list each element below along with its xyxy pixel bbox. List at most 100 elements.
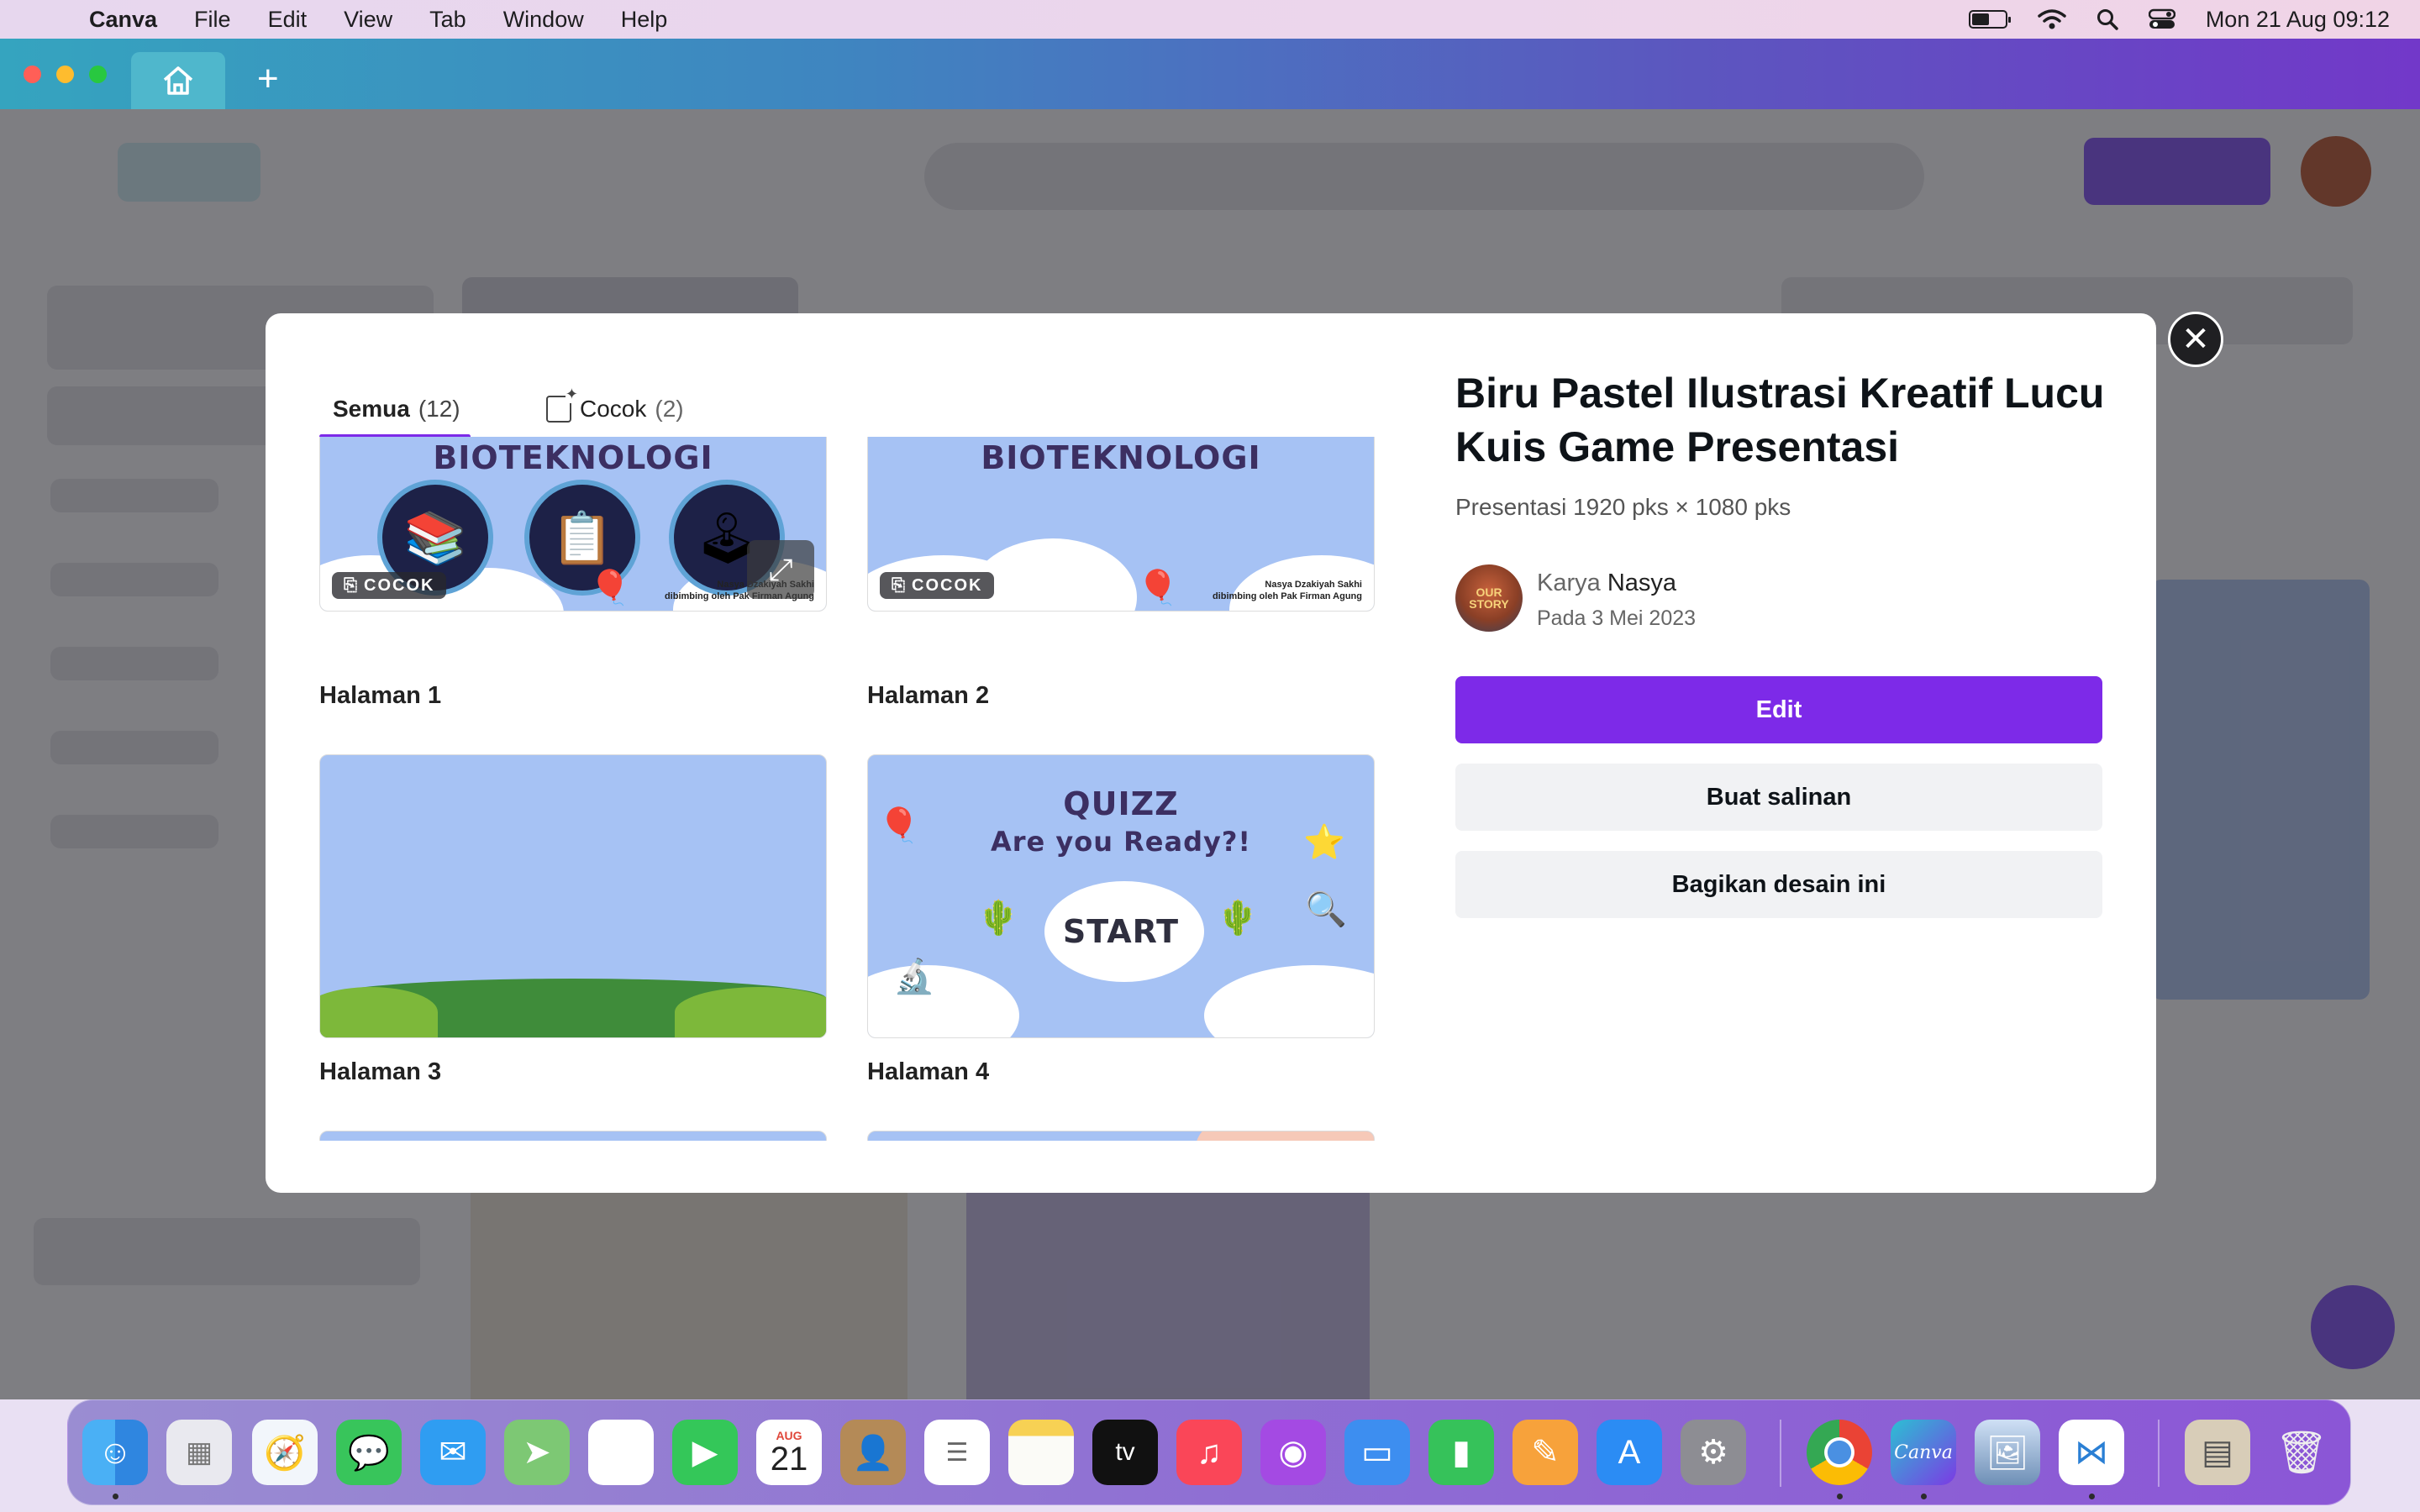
facetime-icon[interactable]: ▶ [672,1420,738,1485]
menu-help[interactable]: Help [621,7,668,33]
downloads-stack-icon[interactable]: ▤ [2185,1420,2250,1485]
share-design-button[interactable]: Bagikan desain ini [1455,851,2102,918]
apple-tv-icon[interactable]: tv [1092,1420,1158,1485]
make-copy-button[interactable]: Buat salinan [1455,764,2102,831]
safari-icon[interactable]: 🧭 [252,1420,318,1485]
design-title: Biru Pastel Ilustrasi Kreatif Lucu Kuis … [1455,370,2105,470]
cocok-badge: ⎘ COCOK [332,572,447,599]
page-label-2: Halaman 2 [867,682,990,709]
cloud-decoration [868,965,1019,1037]
music-icon[interactable]: ♫ [1176,1420,1242,1485]
star-icon: ⭐ [1303,824,1345,861]
edit-button[interactable]: Edit [1455,676,2102,743]
author-avatar[interactable]: OUR STORY [1455,564,1523,632]
tab-semua-count: (12) [418,396,460,422]
page-thumbnail-4[interactable]: QUIZZ Are you Ready?! START 🎈 ⭐ 🌵 🌵 🔬 🔍 [867,754,1375,1038]
new-tab-button[interactable]: + [257,60,279,97]
close-icon: ✕ [2181,321,2210,358]
trash-icon[interactable]: 🗑 [2269,1420,2334,1485]
menu-bar: Canva File Edit View Tab Window Help Mon… [0,0,2420,39]
author-name[interactable]: Nasya [1607,570,1676,596]
tab-semua[interactable]: Semua (12) [333,380,460,438]
start-button-graphic: START [1062,913,1180,950]
wifi-icon[interactable] [2038,8,2066,30]
contacts-icon[interactable]: 👤 [840,1420,906,1485]
window-minimize-button[interactable] [56,66,74,83]
page-label-3: Halaman 3 [319,1058,442,1085]
magic-match-icon [546,386,578,423]
expand-icon: ⤢ [768,551,793,586]
microscope-icon: 🔬 [893,958,935,995]
cocok-badge-label: COCOK [912,575,983,595]
reminders-icon[interactable]: ☰ [924,1420,990,1485]
notes-icon[interactable] [1008,1420,1074,1485]
preview-icon[interactable]: 🖼 [1975,1420,2040,1485]
window-close-button[interactable] [24,66,41,83]
page-thumbnail-6[interactable] [867,1131,1375,1141]
page-label-4: Halaman 4 [867,1058,990,1085]
running-indicator [2089,1494,2095,1499]
apple-tv-label: tv [1115,1438,1135,1466]
page-thumbnail-2[interactable]: BIOTEKNOLOGI 🎈 Nasya Dzakiyah Sakhi dibi… [867,437,1375,612]
author-date: Pada 3 Mei 2023 [1537,606,1697,630]
clock[interactable]: Mon 21 Aug 09:12 [2206,7,2390,33]
magic-match-icon: ⎘ [892,575,907,595]
window-zoom-button[interactable] [89,66,107,83]
cloud-decoration [1204,965,1374,1037]
running-indicator [1921,1494,1927,1499]
chrome-icon[interactable] [1807,1420,1872,1485]
menu-app-name[interactable]: Canva [89,7,157,33]
launchpad-icon[interactable]: ▦ [166,1420,232,1485]
bush-decoration [675,987,826,1037]
hot-air-balloon-icon: 🎈 [1137,570,1179,606]
menu-file[interactable]: File [194,7,231,33]
spotlight-search-icon[interactable] [2096,8,2118,30]
expand-preview-button[interactable]: ⤢ [747,540,814,599]
tab-cocok[interactable]: Cocok (2) [546,380,684,438]
cactus-icon: 🌵 [977,900,1019,937]
author-line: Karya Nasya [1537,570,1676,597]
menu-edit[interactable]: Edit [268,7,308,33]
cocok-badge: ⎘ COCOK [880,572,995,599]
close-modal-button[interactable]: ✕ [2168,312,2223,367]
canva-icon[interactable]: Canva [1891,1420,1956,1485]
menu-window[interactable]: Window [503,7,584,33]
tab-semua-label: Semua [333,396,410,422]
maps-icon[interactable]: ➤ [504,1420,570,1485]
quiz-subtitle: Are you Ready?! [990,826,1251,858]
page-thumbnail-grid[interactable]: BIOTEKNOLOGI 📚 📋 🕹 🎈 Nasya Dzakiyah Sakh… [319,437,1378,1141]
running-indicator [1837,1494,1843,1499]
page-filter-tabs: Semua (12) Cocok (2) [319,380,1378,438]
home-tab[interactable] [131,52,225,109]
dock-separator [1780,1420,1781,1487]
menu-view[interactable]: View [344,7,392,33]
slide-decoration [1196,1131,1374,1141]
podcasts-icon[interactable]: ◉ [1260,1420,1326,1485]
tab-cocok-count: (2) [655,396,684,422]
hot-air-balloon-icon: 🎈 [878,807,920,844]
menu-tab[interactable]: Tab [429,7,466,33]
messages-icon[interactable]: 💬 [336,1420,402,1485]
photos-icon[interactable]: ✿ [588,1420,654,1485]
calendar-icon[interactable]: AUG 21 [756,1420,822,1485]
app-store-icon[interactable]: A [1597,1420,1662,1485]
page-thumbnail-1[interactable]: BIOTEKNOLOGI 📚 📋 🕹 🎈 Nasya Dzakiyah Sakh… [319,437,827,612]
battery-icon[interactable] [1968,10,2011,29]
canva-dock-label: Canva [1894,1441,1953,1463]
mail-icon[interactable]: ✉ [420,1420,486,1485]
page-label-1: Halaman 1 [319,682,442,709]
tab-cocok-label: Cocok [580,396,647,422]
cloud-decoration [969,538,1137,611]
cocok-badge-label: COCOK [364,575,435,595]
system-settings-icon[interactable]: ⚙ [1681,1420,1746,1485]
magic-match-icon: ⎘ [344,575,359,595]
vscode-icon[interactable]: ⋈ [2059,1420,2124,1485]
page-thumbnail-3[interactable] [319,754,827,1038]
finder-icon[interactable]: ☺ [82,1420,148,1485]
keynote-icon[interactable]: ▭ [1344,1420,1410,1485]
page-thumbnail-5[interactable] [319,1131,827,1141]
pages-icon[interactable]: ✎ [1512,1420,1578,1485]
numbers-icon[interactable]: ▮ [1428,1420,1494,1485]
control-center-icon[interactable] [2148,8,2175,30]
design-dimensions: Presentasi 1920 pks × 1080 pks [1455,494,1791,520]
